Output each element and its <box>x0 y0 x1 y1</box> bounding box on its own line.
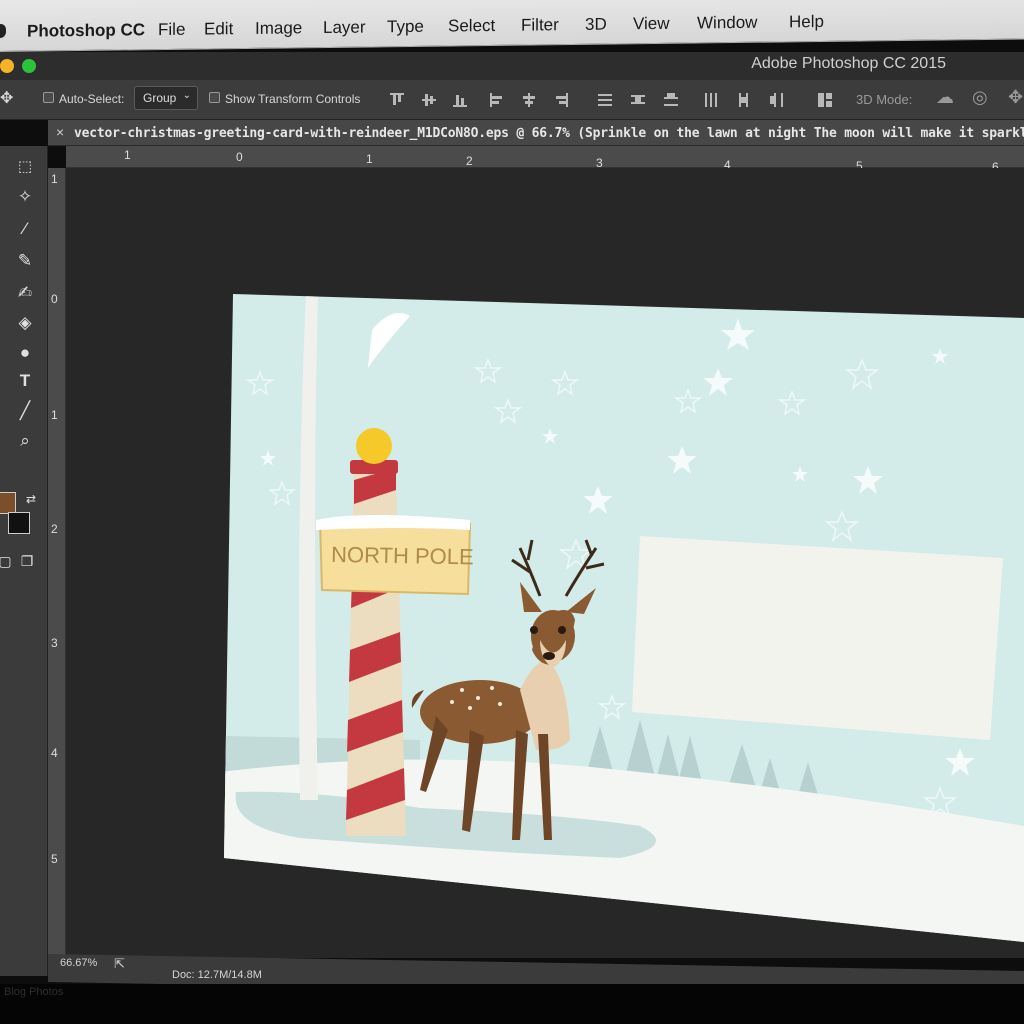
document-size: Doc: 12.7M/14.8M <box>172 969 262 981</box>
message-panel <box>632 536 1003 740</box>
monitor-bezel <box>0 984 1024 1024</box>
zoom-level[interactable]: 66.67% <box>60 957 97 969</box>
export-icon[interactable]: ⇱ <box>114 956 125 972</box>
document-canvas[interactable]: NORTH POLE <box>0 0 1024 1024</box>
sign-text: NORTH POLE <box>331 542 474 569</box>
pole-knob <box>356 428 392 464</box>
watermark-text: Blog Photos <box>4 986 64 998</box>
